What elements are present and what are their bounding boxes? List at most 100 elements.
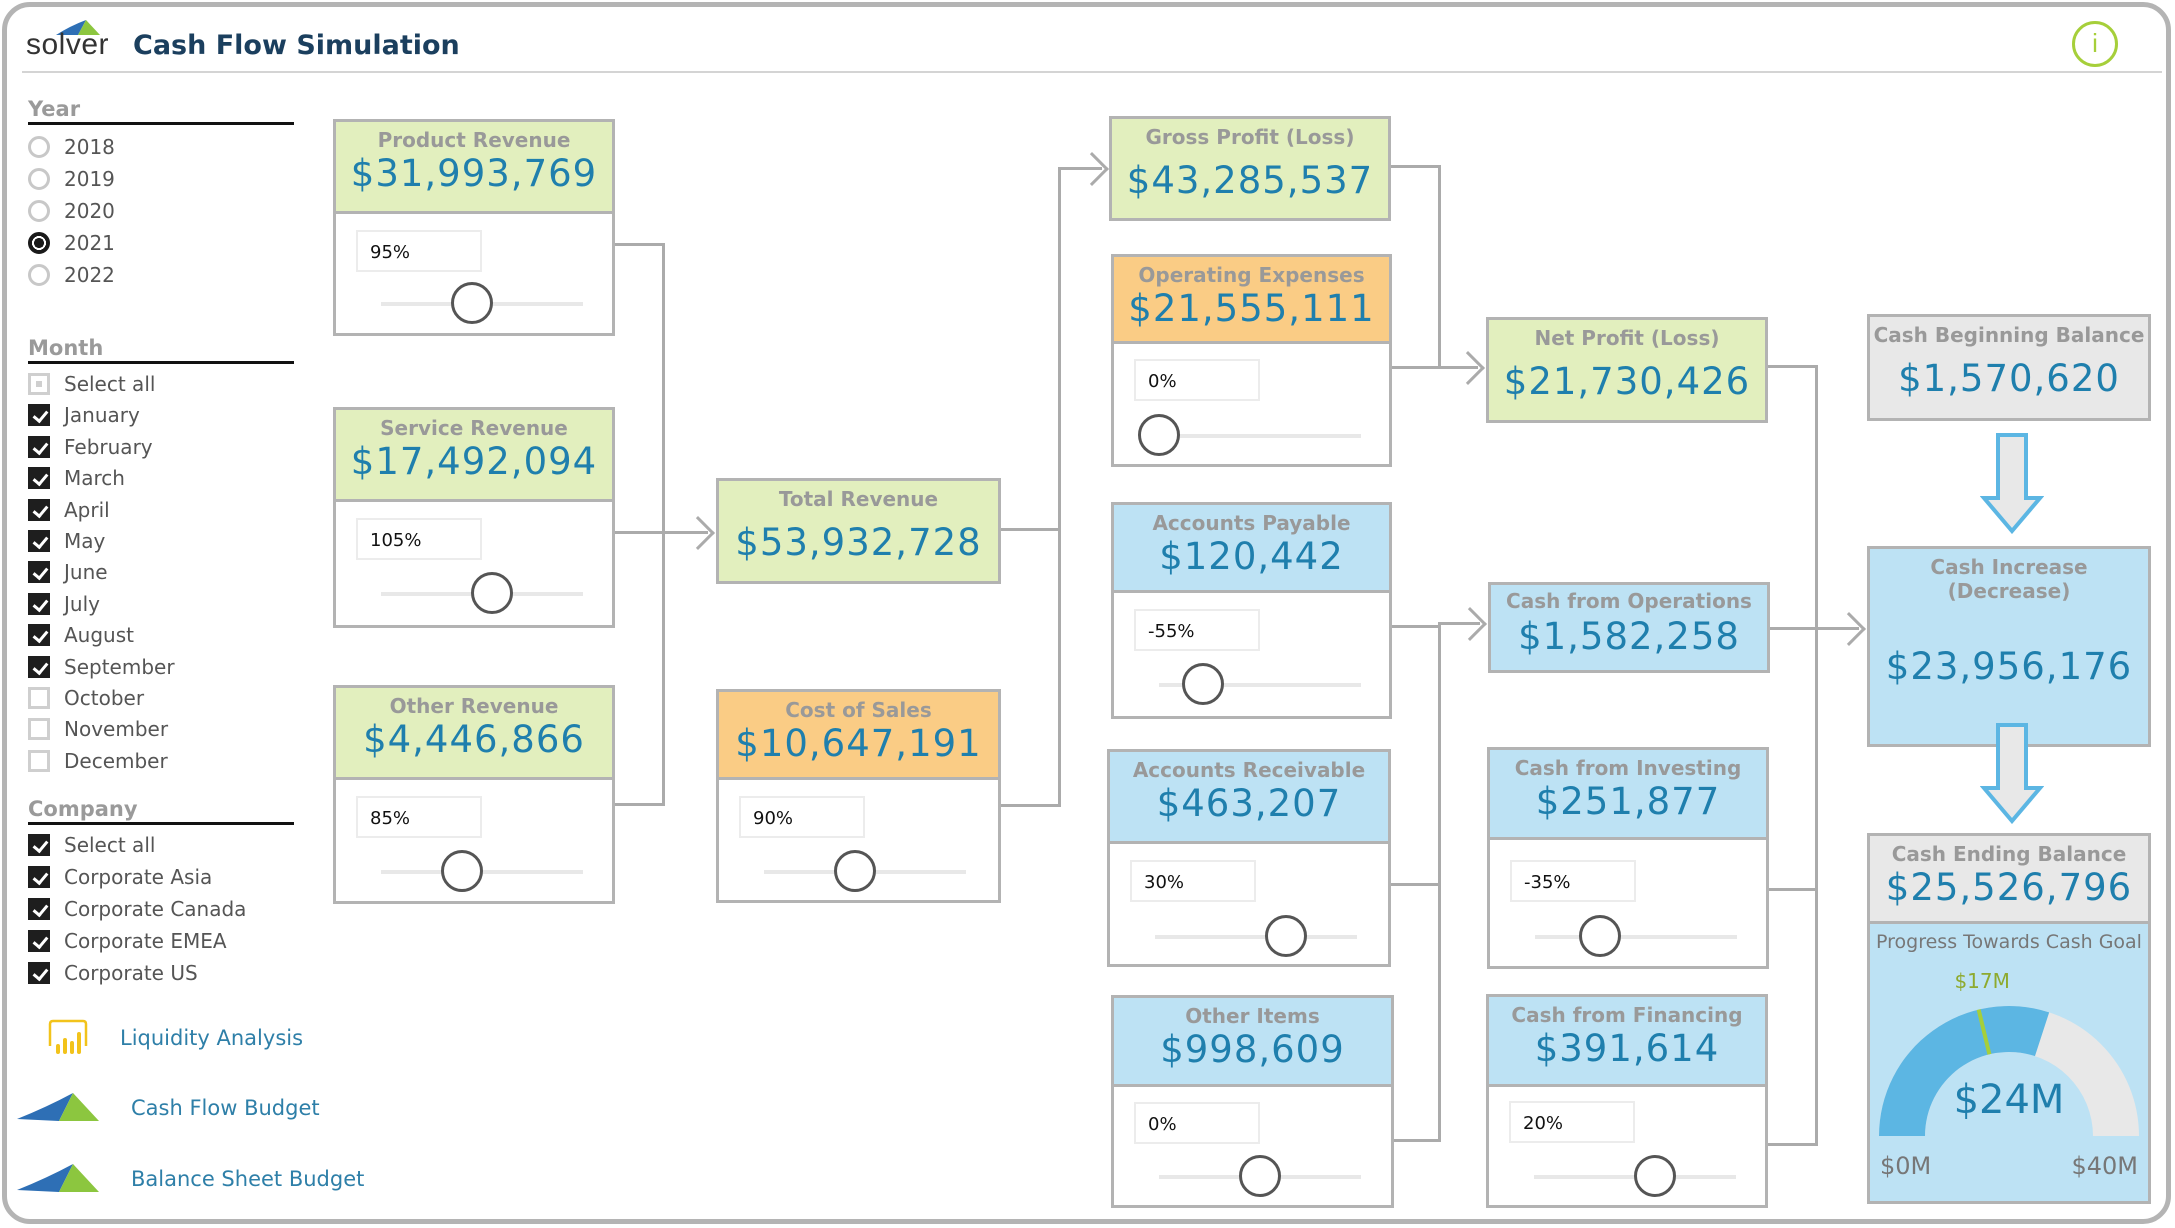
company-option[interactable]: Corporate Asia xyxy=(28,863,212,891)
cash-beginning-balance-card: Cash Beginning Balance $1,570,620 xyxy=(1867,314,2151,421)
cash-financing-pct-input[interactable]: 20% xyxy=(1509,1101,1635,1143)
operating-expenses-slider-knob[interactable] xyxy=(1138,414,1180,456)
radio-button[interactable] xyxy=(28,200,50,222)
month-option[interactable]: February xyxy=(28,433,153,461)
accounts-receivable-pct-input[interactable]: 30% xyxy=(1130,860,1256,902)
month-option[interactable]: June xyxy=(28,558,108,586)
radio-button[interactable] xyxy=(28,232,50,254)
product-revenue-slider-knob[interactable] xyxy=(450,282,493,324)
company-option[interactable]: Select all xyxy=(28,831,155,859)
card-value: $4,446,866 xyxy=(363,718,585,761)
checkbox[interactable] xyxy=(28,866,50,888)
checkbox[interactable] xyxy=(28,498,50,521)
year-option[interactable]: 2018 xyxy=(28,133,115,161)
checkbox[interactable] xyxy=(28,624,50,647)
checkbox[interactable] xyxy=(28,718,50,741)
other-items-pct-input[interactable]: 0% xyxy=(1134,1102,1260,1144)
month-option-label: November xyxy=(64,717,169,742)
company-option[interactable]: Corporate Canada xyxy=(28,895,246,923)
card-label: Gross Profit (Loss) xyxy=(1145,125,1355,149)
month-option[interactable]: November xyxy=(28,715,168,743)
product-revenue-pct-input[interactable]: 95% xyxy=(356,230,482,272)
card-value: $43,285,537 xyxy=(1126,159,1374,202)
month-option[interactable]: December xyxy=(28,747,168,775)
other-revenue-slider-knob[interactable] xyxy=(440,850,483,892)
checkbox[interactable] xyxy=(28,930,50,952)
cost-of-sales-slider-knob[interactable] xyxy=(833,850,876,892)
gauge-min-label: $0M xyxy=(1880,1152,1931,1180)
page-title: Cash Flow Simulation xyxy=(133,30,460,61)
month-option[interactable]: March xyxy=(28,464,125,492)
month-option-label: August xyxy=(64,623,134,648)
info-button[interactable]: i xyxy=(2072,21,2118,67)
accounts-payable-pct-input[interactable]: -55% xyxy=(1134,609,1260,651)
checkbox[interactable] xyxy=(28,655,50,678)
cost-of-sales-pct-input[interactable]: 90% xyxy=(739,796,865,838)
year-option[interactable]: 2021 xyxy=(28,229,115,257)
accounts-receivable-slider-knob[interactable] xyxy=(1265,915,1308,957)
operating-expenses-pct-input[interactable]: 0% xyxy=(1134,359,1260,401)
checkbox[interactable] xyxy=(28,749,50,772)
checkbox[interactable] xyxy=(28,404,50,427)
cost-of-sales-card: Cost of Sales $10,647,191 90% xyxy=(716,689,1001,903)
cash-flow-budget-link[interactable]: Cash Flow Budget xyxy=(17,1091,320,1125)
company-option-label: Corporate Asia xyxy=(64,865,213,889)
checkbox[interactable] xyxy=(28,592,50,615)
month-option[interactable]: September xyxy=(28,653,175,681)
month-option[interactable]: July xyxy=(28,590,100,618)
month-option[interactable]: Select all xyxy=(28,370,155,398)
cash-investing-slider-knob[interactable] xyxy=(1578,915,1621,957)
cash-investing-slider-track[interactable] xyxy=(1535,935,1737,939)
checkbox[interactable] xyxy=(28,530,50,552)
month-option[interactable]: May xyxy=(28,527,105,555)
other-revenue-pct-input[interactable]: 85% xyxy=(356,796,482,838)
month-option[interactable]: October xyxy=(28,684,144,712)
checkbox[interactable] xyxy=(28,898,50,920)
company-option-label: Corporate US xyxy=(64,961,198,985)
month-option[interactable]: January xyxy=(28,401,140,429)
service-revenue-pct-input[interactable]: 105% xyxy=(356,518,482,560)
card-value: $1,570,620 xyxy=(1898,357,2120,400)
checkbox[interactable] xyxy=(28,687,50,709)
card-value: $120,442 xyxy=(1159,535,1344,578)
checkbox[interactable] xyxy=(28,373,50,395)
year-option[interactable]: 2022 xyxy=(28,261,115,289)
cash-from-operations-card: Cash from Operations $1,582,258 xyxy=(1488,582,1770,673)
card-value: $23,956,176 xyxy=(1885,645,2133,688)
card-value: $21,730,426 xyxy=(1503,360,1751,403)
card-label: Service Revenue xyxy=(380,416,568,440)
year-option[interactable]: 2019 xyxy=(28,165,115,193)
card-value: $17,492,094 xyxy=(350,440,598,483)
cash-investing-pct-input[interactable]: -35% xyxy=(1510,860,1636,902)
service-revenue-slider-knob[interactable] xyxy=(471,572,514,614)
other-items-slider-knob[interactable] xyxy=(1239,1155,1281,1197)
month-option-label: March xyxy=(64,466,125,491)
balance-sheet-budget-label: Balance Sheet Budget xyxy=(131,1167,365,1191)
radio-button[interactable] xyxy=(28,136,50,158)
accounts-payable-slider-knob[interactable] xyxy=(1182,663,1225,705)
checkbox[interactable] xyxy=(28,561,50,584)
checkbox[interactable] xyxy=(28,962,50,984)
company-option[interactable]: Corporate US xyxy=(28,959,198,987)
year-option[interactable]: 2020 xyxy=(28,197,115,225)
cash-financing-slider-knob[interactable] xyxy=(1634,1155,1677,1197)
company-option[interactable]: Corporate EMEA xyxy=(28,927,227,955)
liquidity-analysis-link[interactable]: Liquidity Analysis xyxy=(46,1018,303,1058)
card-value: $463,207 xyxy=(1156,782,1342,825)
report-frame xyxy=(2,2,2171,1224)
accounts-payable-card: Accounts Payable $120,442 -55% xyxy=(1111,502,1392,719)
month-option[interactable]: August xyxy=(28,621,134,649)
checkbox[interactable] xyxy=(28,467,50,490)
operating-expenses-slider-track[interactable] xyxy=(1159,434,1361,438)
checkbox[interactable] xyxy=(28,435,50,458)
month-option[interactable]: April xyxy=(28,496,110,524)
checkbox[interactable] xyxy=(28,834,50,856)
solver-logo-text: solver xyxy=(26,28,110,61)
accounts-receivable-slider-track[interactable] xyxy=(1155,935,1357,939)
balance-sheet-budget-link[interactable]: Balance Sheet Budget xyxy=(17,1162,364,1196)
radio-button[interactable] xyxy=(28,264,50,286)
radio-button[interactable] xyxy=(28,168,50,190)
card-value: $10,647,191 xyxy=(735,722,982,765)
card-label: Total Revenue xyxy=(778,487,939,511)
card-label: Cash from Operations xyxy=(1506,589,1752,613)
